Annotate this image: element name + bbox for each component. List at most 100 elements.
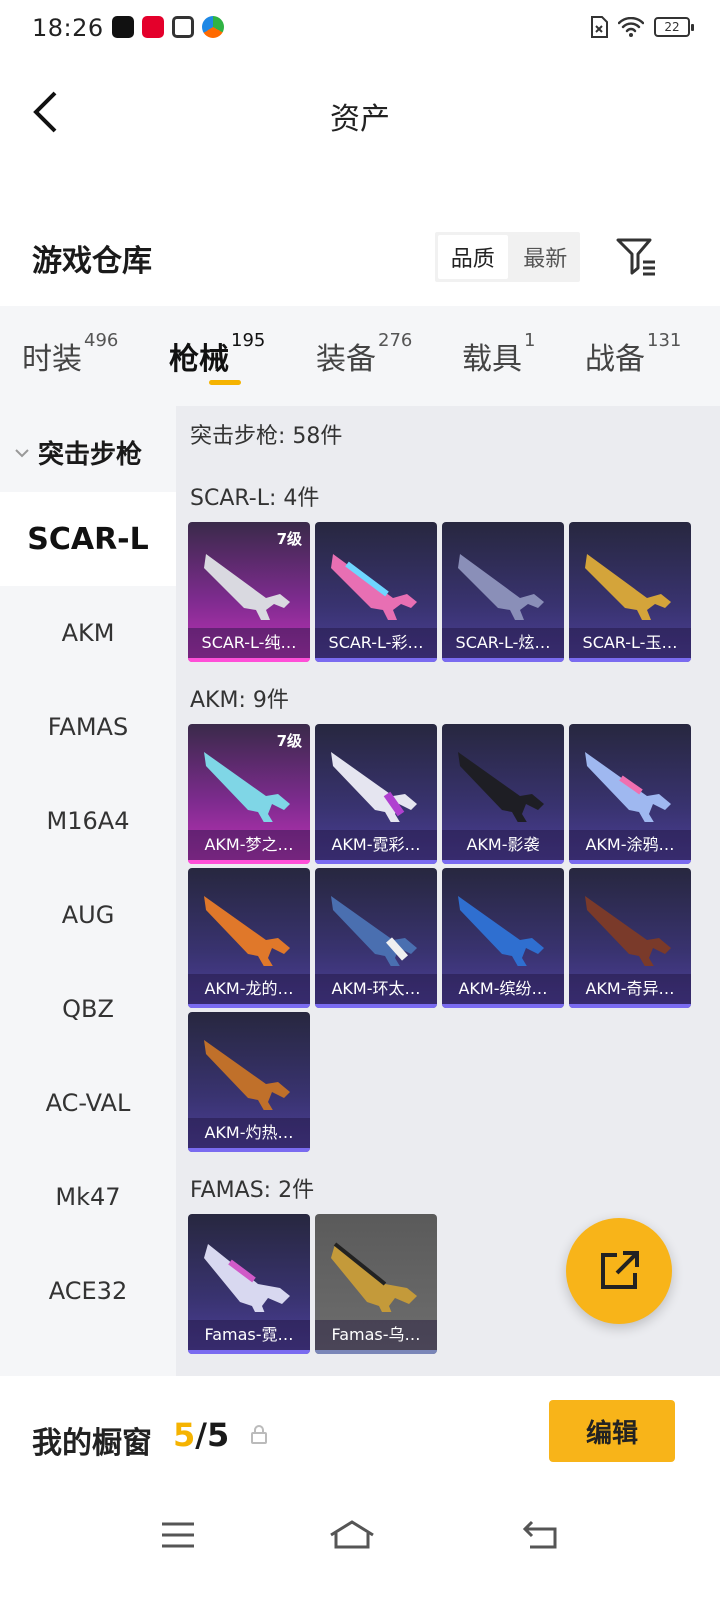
skin-card[interactable]: Famas-霓… [188, 1214, 310, 1354]
skin-card[interactable]: SCAR-L-彩… [315, 522, 437, 662]
sidebar-item-famas[interactable]: FAMAS [0, 680, 176, 774]
sidebar-item-akm[interactable]: AKM [0, 586, 176, 680]
showcase-count: 5/5 [173, 1416, 229, 1454]
sidebar-category-label: 突击步枪 [38, 440, 143, 470]
skin-card[interactable]: 7级 AKM-梦之… [188, 724, 310, 864]
skin-name: SCAR-L-纯… [188, 628, 310, 658]
share-button[interactable] [566, 1218, 672, 1324]
skin-name: Famas-乌… [315, 1320, 437, 1350]
skin-card[interactable]: SCAR-L-炫… [442, 522, 564, 662]
tab-equipment[interactable]: 装备276 [316, 330, 412, 378]
wifi-icon [618, 17, 644, 37]
sidebar-item-qbz[interactable]: QBZ [0, 962, 176, 1056]
rifle-icon [331, 554, 417, 620]
tab-count: 276 [378, 330, 413, 351]
skin-card[interactable]: AKM-环太… [315, 868, 437, 1008]
sidebar-item-ac-val[interactable]: AC-VAL [0, 1056, 176, 1150]
rifle-icon [204, 1040, 290, 1110]
back-nav-button[interactable] [510, 1510, 570, 1560]
showcase-label: 我的橱窗 [32, 1426, 152, 1461]
chevron-down-icon [15, 448, 29, 457]
skin-card[interactable]: AKM-涂鸦… [569, 724, 691, 864]
skin-card[interactable]: AKM-奇异… [569, 868, 691, 1008]
rifle-icon [204, 1244, 290, 1312]
showcase-current: 5 [173, 1416, 196, 1454]
sidebar-category[interactable]: 突击步枪 [14, 434, 142, 471]
tab-label: 载具 [462, 342, 522, 377]
rifle-icon [458, 896, 544, 966]
rifle-icon [331, 896, 417, 966]
rifle-icon [204, 752, 290, 822]
skin-name: AKM-缤纷… [442, 974, 564, 1004]
skin-name: SCAR-L-彩… [315, 628, 437, 658]
skin-card[interactable]: AKM-霓彩… [315, 724, 437, 864]
skin-card[interactable]: AKM-龙的… [188, 868, 310, 1008]
tab-label: 装备 [316, 342, 376, 377]
weapon-sidebar: 突击步枪 SCAR-L AKM FAMAS M16A4 AUG QBZ AC-V… [0, 406, 176, 1406]
skin-card[interactable]: AKM-影袭 [442, 724, 564, 864]
skin-name: AKM-奇异… [569, 974, 691, 1004]
tab-vehicles[interactable]: 载具1 [462, 330, 535, 378]
sidebar-item-scar-l[interactable]: SCAR-L [0, 492, 176, 586]
app-icon [202, 16, 224, 38]
skin-name: AKM-影袭 [442, 830, 564, 860]
tab-guns[interactable]: 枪械195 [169, 330, 265, 378]
rifle-icon [585, 752, 671, 822]
skin-name: AKM-梦之… [188, 830, 310, 860]
sidebar-item-aug[interactable]: AUG [0, 868, 176, 962]
sidebar-item-ace32[interactable]: ACE32 [0, 1244, 176, 1338]
status-time: 18:26 [32, 14, 104, 42]
home-button[interactable] [322, 1510, 382, 1560]
notification-icons [112, 16, 224, 38]
menu-icon [162, 1522, 194, 1548]
skin-name: AKM-涂鸦… [569, 830, 691, 860]
sidebar-item-mk47[interactable]: Mk47 [0, 1150, 176, 1244]
showcase-bar: 我的橱窗 5/5 编辑 [0, 1376, 720, 1500]
skin-name: AKM-霓彩… [315, 830, 437, 860]
skin-card[interactable]: AKM-灼热… [188, 1012, 310, 1152]
page-title: 资产 [330, 102, 390, 137]
skin-card[interactable]: 7级 SCAR-L-纯… [188, 522, 310, 662]
menu-button[interactable] [148, 1510, 208, 1560]
rifle-icon [585, 554, 671, 620]
return-icon [522, 1520, 557, 1549]
tiktok-icon [112, 16, 134, 38]
status-bar: 18:26 22 [0, 0, 720, 58]
sidebar-item-m16a4[interactable]: M16A4 [0, 774, 176, 868]
sort-newest-button[interactable]: 最新 [511, 232, 581, 282]
rifle-icon [331, 752, 417, 822]
showcase-total: /5 [195, 1416, 230, 1454]
rifle-icon [458, 752, 544, 822]
category-tabs: 时装496 枪械195 装备276 载具1 战备131 [0, 306, 720, 406]
skin-card[interactable]: AKM-缤纷… [442, 868, 564, 1008]
tab-supplies[interactable]: 战备131 [585, 330, 681, 378]
share-icon [601, 1251, 639, 1289]
rifle-icon [204, 554, 290, 620]
sort-quality-button[interactable]: 品质 [438, 235, 508, 279]
skin-card[interactable]: Famas-乌… [315, 1214, 437, 1354]
skin-name: AKM-环太… [315, 974, 437, 1004]
group-label: AKM: 9件 [190, 688, 289, 713]
filter-button[interactable] [615, 236, 659, 280]
tab-label: 战备 [585, 342, 645, 377]
tab-count: 195 [231, 330, 266, 351]
group-label: SCAR-L: 4件 [190, 486, 320, 511]
group-label: FAMAS: 2件 [190, 1178, 315, 1203]
tab-indicator [209, 380, 241, 385]
battery-indicator: 22 [654, 17, 694, 37]
tab-count: 1 [524, 330, 536, 351]
skin-name: SCAR-L-炫… [442, 628, 564, 658]
skin-card[interactable]: SCAR-L-玉… [569, 522, 691, 662]
tab-fashion[interactable]: 时装496 [22, 330, 118, 378]
tmall-icon [142, 16, 164, 38]
skin-name: SCAR-L-玉… [569, 628, 691, 658]
category-count: 突击步枪: 58件 [190, 424, 343, 449]
rifle-icon [331, 1242, 417, 1312]
rifle-icon [458, 554, 544, 620]
tab-count: 496 [84, 330, 119, 351]
lock-icon [251, 1425, 267, 1444]
section-title: 游戏仓库 [32, 244, 152, 279]
edit-button[interactable]: 编辑 [549, 1400, 675, 1462]
system-nav-bar [0, 1500, 720, 1600]
rifle-icon [585, 896, 671, 966]
